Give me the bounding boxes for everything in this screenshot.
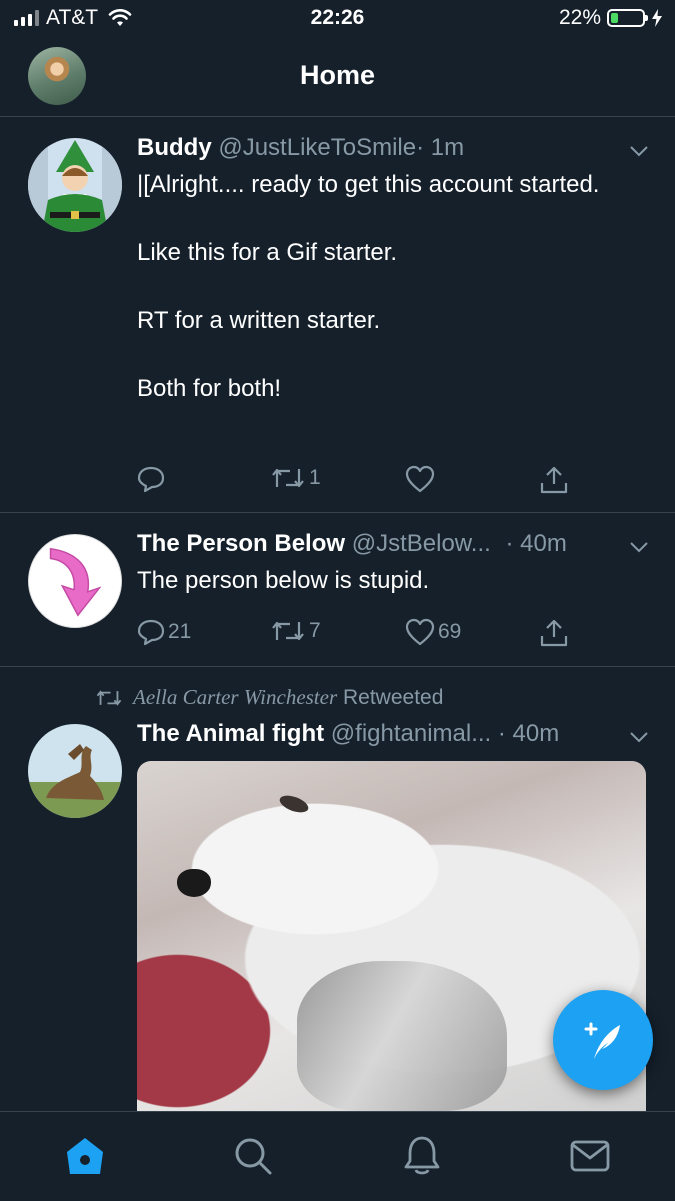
tweet-card[interactable]: The Person Below @JstBelow... · 40m The … (0, 513, 675, 667)
like-count: 69 (438, 620, 462, 643)
tweet-time: · 40m (497, 720, 560, 747)
reply-button[interactable]: 21 (137, 618, 191, 646)
tweet-author-avatar[interactable] (28, 724, 122, 818)
notifications-icon (404, 1136, 440, 1175)
retweet-count: 1 (309, 466, 321, 489)
reply-button[interactable] (137, 465, 168, 493)
like-button[interactable]: 69 (405, 618, 461, 646)
tab-home[interactable] (61, 1132, 109, 1180)
chevron-down-icon[interactable] (629, 541, 649, 553)
share-icon (540, 466, 568, 494)
top-app-bar: Home (0, 40, 675, 117)
heart-icon (405, 465, 435, 493)
tweet-author-avatar[interactable] (28, 534, 122, 628)
retweet-button[interactable]: 1 (270, 465, 321, 491)
tweet-time: · 1m (416, 134, 465, 161)
elf-avatar-image (28, 138, 122, 232)
author-name[interactable]: The Person Below (137, 530, 345, 557)
tweet-author-avatar[interactable] (28, 138, 122, 232)
retweeted-by-line: Aella Carter Winchester Retweeted (95, 685, 443, 710)
pink-arrow-avatar-image (49, 547, 102, 617)
reply-icon (137, 619, 165, 646)
tab-messages[interactable] (566, 1132, 614, 1180)
battery-percent: 22% (558, 6, 601, 29)
tweet-actions: 21 7 69 (137, 618, 577, 650)
heart-icon (405, 618, 435, 646)
bottom-tab-bar (0, 1111, 675, 1201)
tweet-text: The person below is stupid. (137, 567, 430, 594)
media-detail (277, 792, 311, 816)
author-name[interactable]: Buddy (137, 134, 212, 161)
compose-tweet-button[interactable] (553, 990, 653, 1090)
page-title: Home (299, 60, 375, 90)
tweet-header: Buddy @JustLikeToSmile· 1m (137, 134, 464, 162)
reply-icon (137, 466, 165, 493)
battery-icon (607, 9, 648, 27)
tab-notifications[interactable] (398, 1132, 446, 1180)
author-name[interactable]: The Animal fight (137, 720, 324, 747)
like-button[interactable] (405, 465, 438, 493)
share-button[interactable] (539, 618, 569, 648)
retweet-icon (96, 689, 122, 706)
retweeted-label: Retweeted (342, 686, 444, 709)
charging-bolt-icon (652, 9, 662, 27)
battery-indicator: 22% (559, 6, 663, 30)
retweet-button[interactable]: 7 (270, 618, 321, 644)
author-handle[interactable]: @JstBelow... (352, 530, 491, 557)
chevron-down-icon[interactable] (629, 731, 649, 743)
author-handle[interactable]: @fightanimal... (331, 720, 491, 747)
tweet-text: |[Alright.... ready to get this account … (137, 171, 600, 402)
share-button[interactable] (539, 465, 569, 495)
retweet-icon (272, 621, 304, 641)
status-bar: AT&T 22:26 22% (0, 0, 675, 40)
tweet-actions: 1 (137, 465, 577, 497)
tweet-card[interactable]: Buddy @JustLikeToSmile· 1m |[Alright....… (0, 117, 675, 513)
animal-avatar-image (28, 724, 122, 818)
tweet-header: The Person Below @JstBelow... · 40m (137, 530, 567, 558)
home-icon (67, 1138, 103, 1174)
retweet-icon (272, 468, 304, 488)
tweet-time: · 40m (505, 530, 567, 557)
tweet-header: The Animal fight @fightanimal... · 40m (137, 720, 559, 748)
search-icon (235, 1138, 272, 1175)
retweet-count: 7 (309, 619, 321, 642)
chevron-down-icon[interactable] (629, 145, 649, 157)
share-icon (540, 619, 568, 647)
reply-count: 21 (168, 620, 192, 643)
author-handle[interactable]: @JustLikeToSmile (218, 134, 416, 161)
media-detail (177, 869, 211, 897)
media-detail (297, 961, 507, 1111)
tab-search[interactable] (229, 1132, 277, 1180)
retweeter-name[interactable]: Aella Carter Winchester (133, 685, 337, 709)
compose-quill-icon (584, 1022, 620, 1059)
messages-icon (570, 1140, 610, 1172)
